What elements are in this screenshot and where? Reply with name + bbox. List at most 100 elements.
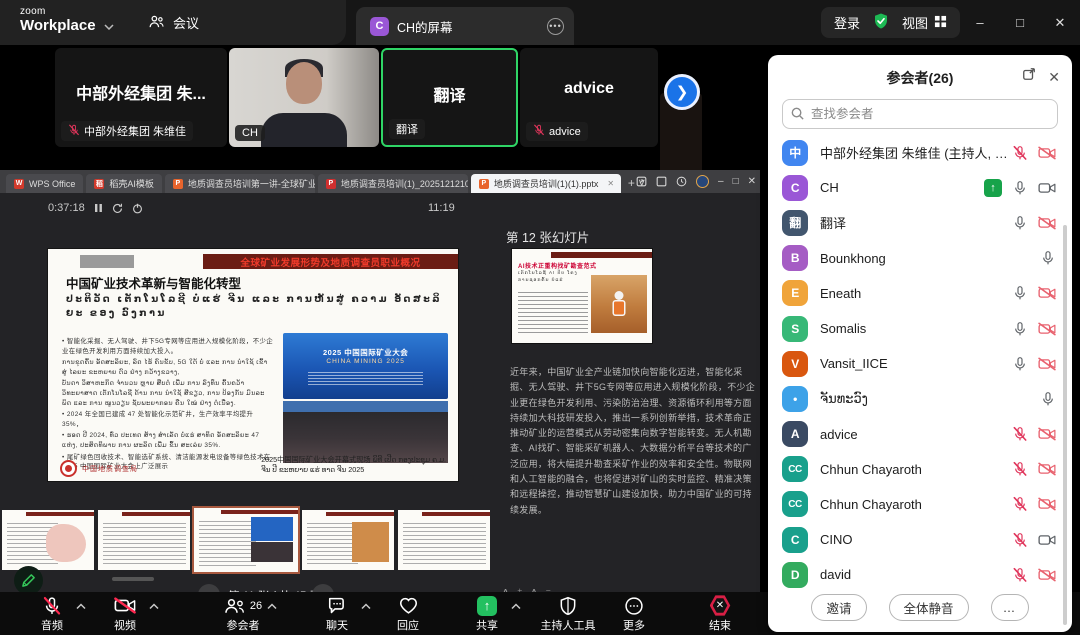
tile-name-chip: 中部外经集团 朱维佳 — [61, 121, 193, 141]
participant-row[interactable]: 翻翻译 — [768, 205, 1072, 240]
chevron-up-icon[interactable] — [361, 597, 372, 615]
minimize-button[interactable]: – — [960, 0, 1000, 45]
pause-icon[interactable] — [94, 203, 103, 213]
wps-tab-label: 地质调查员培训(1)(1).pptx — [494, 177, 599, 190]
toolbar-label: 结束 — [709, 617, 731, 633]
tab-meeting[interactable]: 会议 — [148, 0, 199, 45]
close-panel-icon[interactable]: ✕ — [1048, 70, 1060, 84]
audio-icon — [42, 595, 62, 616]
participant-row[interactable]: Aadvice — [768, 417, 1072, 452]
camera-off-icon — [1038, 216, 1056, 230]
slide-bullet: • ຮອດ ປີ 2024, ທົ່ວ ປະເທດ ສ້າງ ສຳເລັດ ບໍ… — [62, 431, 273, 450]
wps-maximize-button[interactable]: □ — [733, 176, 739, 187]
toolbar-participants-button[interactable]: 26参会者 — [224, 595, 262, 633]
participant-status-icons — [1012, 496, 1056, 512]
participant-row[interactable]: BBounkhong — [768, 241, 1072, 276]
wps-tab[interactable]: P地质调查员培训(1)_20251212101043 — [318, 174, 468, 193]
filmstrip-scrollbar[interactable] — [112, 577, 154, 581]
next-slide-thumbnail[interactable]: AI技术正重构找矿勘查范式 ເຕັກໂນໂລຊີ AI ປັບ ໂຄງ ການຊ… — [512, 249, 652, 343]
mute-all-button[interactable]: 全体静音 — [889, 594, 969, 621]
participant-row[interactable]: SSomalis — [768, 311, 1072, 346]
ppt-file-icon: P — [173, 179, 183, 189]
popout-icon[interactable] — [1022, 67, 1036, 86]
wps-minimize-button[interactable]: – — [718, 176, 724, 187]
restart-icon[interactable] — [112, 203, 123, 214]
search-input[interactable] — [782, 99, 1058, 129]
power-icon[interactable] — [132, 203, 143, 214]
participant-row[interactable]: EEneath — [768, 276, 1072, 311]
participant-row[interactable]: CCChhun Chayaroth — [768, 452, 1072, 487]
maximize-button[interactable]: □ — [1000, 0, 1040, 45]
participant-avatar: B — [782, 245, 808, 271]
wps-close-button[interactable]: ✕ — [748, 176, 756, 187]
participant-row[interactable]: CCChhun Chayaroth — [768, 487, 1072, 522]
mic-icon — [1040, 250, 1056, 266]
toolbar-host-tools-button[interactable]: 主持人工具 — [541, 595, 596, 633]
security-shield-icon[interactable] — [872, 12, 890, 33]
brand-name: Workplace — [20, 17, 96, 34]
video-tile-host[interactable]: 中部外经集团 朱... 中部外经集团 朱维佳 — [55, 48, 227, 147]
filmstrip-thumbnail[interactable] — [398, 510, 490, 570]
participant-row[interactable]: VVansit_IICE — [768, 346, 1072, 381]
tile-display-name: 翻译 — [383, 82, 516, 106]
mic-muted-icon — [1012, 532, 1028, 548]
chevron-down-icon[interactable] — [104, 17, 114, 35]
participant-row[interactable]: 中中部外经集团 朱维佳 (主持人, 我) — [768, 135, 1072, 170]
window-controls: – □ ✕ — [960, 0, 1080, 45]
host-tools-icon — [559, 595, 578, 616]
video-tile-advice[interactable]: advice advice — [520, 48, 658, 147]
wps-account-avatar[interactable] — [696, 175, 709, 188]
tab-screen-share[interactable]: C CH的屏幕 ••• — [356, 7, 574, 45]
camera-off-icon — [1038, 286, 1056, 300]
toolbar-audio-button[interactable]: 音频 — [41, 595, 63, 633]
filmstrip-thumbnail-current[interactable] — [194, 508, 298, 572]
tab-close-icon[interactable]: ✕ — [607, 179, 614, 188]
participant-avatar: CC — [782, 491, 808, 517]
chat-icon — [327, 595, 348, 616]
wps-tab[interactable]: 稻稻壳AI模板 — [86, 174, 162, 193]
shared-screen-wps-window: WWPS Office稻稻壳AI模板P地质调查员培训第一讲-全球矿业发…P地质调… — [0, 170, 760, 592]
toolbar-reactions-button[interactable]: 回应 — [397, 595, 419, 633]
next-participants-button[interactable]: ❯ — [664, 74, 700, 110]
panel-more-button[interactable]: … — [991, 594, 1029, 621]
tab-options-button[interactable]: ••• — [547, 18, 564, 35]
chevron-up-icon[interactable] — [267, 597, 278, 615]
mic-icon — [1012, 285, 1028, 301]
participants-header: 参会者(26) ✕ — [768, 55, 1072, 95]
slide-bullet: • 智能化采掘、无人驾驶、井下5G专网等应用进入规模化阶段，不少企业在绿色开发利… — [62, 337, 273, 356]
slide-bullet: ການຂຸດຄົ້ນ ອັດສະລິຍະ, ລົດ ໄຮ້ ຄົນຂັບ, 5G… — [62, 358, 273, 377]
participant-row[interactable]: CCH↑ — [768, 170, 1072, 205]
toolbar-more-button[interactable]: 更多 — [623, 595, 645, 633]
toolbar-end-button[interactable]: ✕结束 — [709, 595, 731, 633]
participant-row[interactable]: •ຈັນທະວົງ — [768, 381, 1072, 416]
wps-tab[interactable]: WWPS Office — [6, 174, 83, 193]
close-button[interactable]: ✕ — [1040, 0, 1080, 45]
participant-status-icons: ↑ — [984, 179, 1056, 197]
wps-tab[interactable]: P地质调查员培训(1)(1).pptx✕ — [471, 174, 621, 193]
chevron-up-icon[interactable] — [76, 597, 87, 615]
mic-muted-icon — [1012, 426, 1028, 442]
participant-avatar: CC — [782, 456, 808, 482]
zoom-workplace-logo[interactable]: zoom Workplace — [20, 7, 96, 34]
view-button[interactable]: 视图 — [902, 13, 947, 32]
toolbar-label: 参会者 — [227, 617, 260, 633]
chevron-up-icon[interactable] — [511, 597, 522, 615]
filmstrip-thumbnail[interactable] — [98, 510, 190, 570]
participant-row[interactable]: CCINO — [768, 522, 1072, 557]
filmstrip-thumbnail[interactable] — [2, 510, 94, 570]
toolbar-video-button[interactable]: 视频 — [114, 595, 136, 633]
wps-tab-label: 稻壳AI模板 — [109, 177, 154, 190]
video-tile-ch[interactable]: CH — [229, 48, 379, 147]
annotate-pencil-button[interactable] — [14, 566, 43, 595]
wps-tab[interactable]: P地质调查员培训第一讲-全球矿业发… — [165, 174, 315, 193]
slide-filmstrip — [2, 507, 490, 573]
toolbar-chat-button[interactable]: 聊天 — [326, 595, 348, 633]
participant-row[interactable]: Ddavid — [768, 557, 1072, 592]
chevron-up-icon[interactable] — [149, 597, 160, 615]
list-scrollbar[interactable] — [1063, 225, 1067, 625]
signin-button[interactable]: 登录 — [834, 13, 860, 32]
invite-button[interactable]: 邀请 — [811, 594, 866, 621]
filmstrip-thumbnail[interactable] — [302, 510, 394, 570]
toolbar-share-button[interactable]: ↑共享 — [476, 595, 498, 633]
video-tile-translator[interactable]: 翻译 翻译 — [381, 48, 518, 147]
